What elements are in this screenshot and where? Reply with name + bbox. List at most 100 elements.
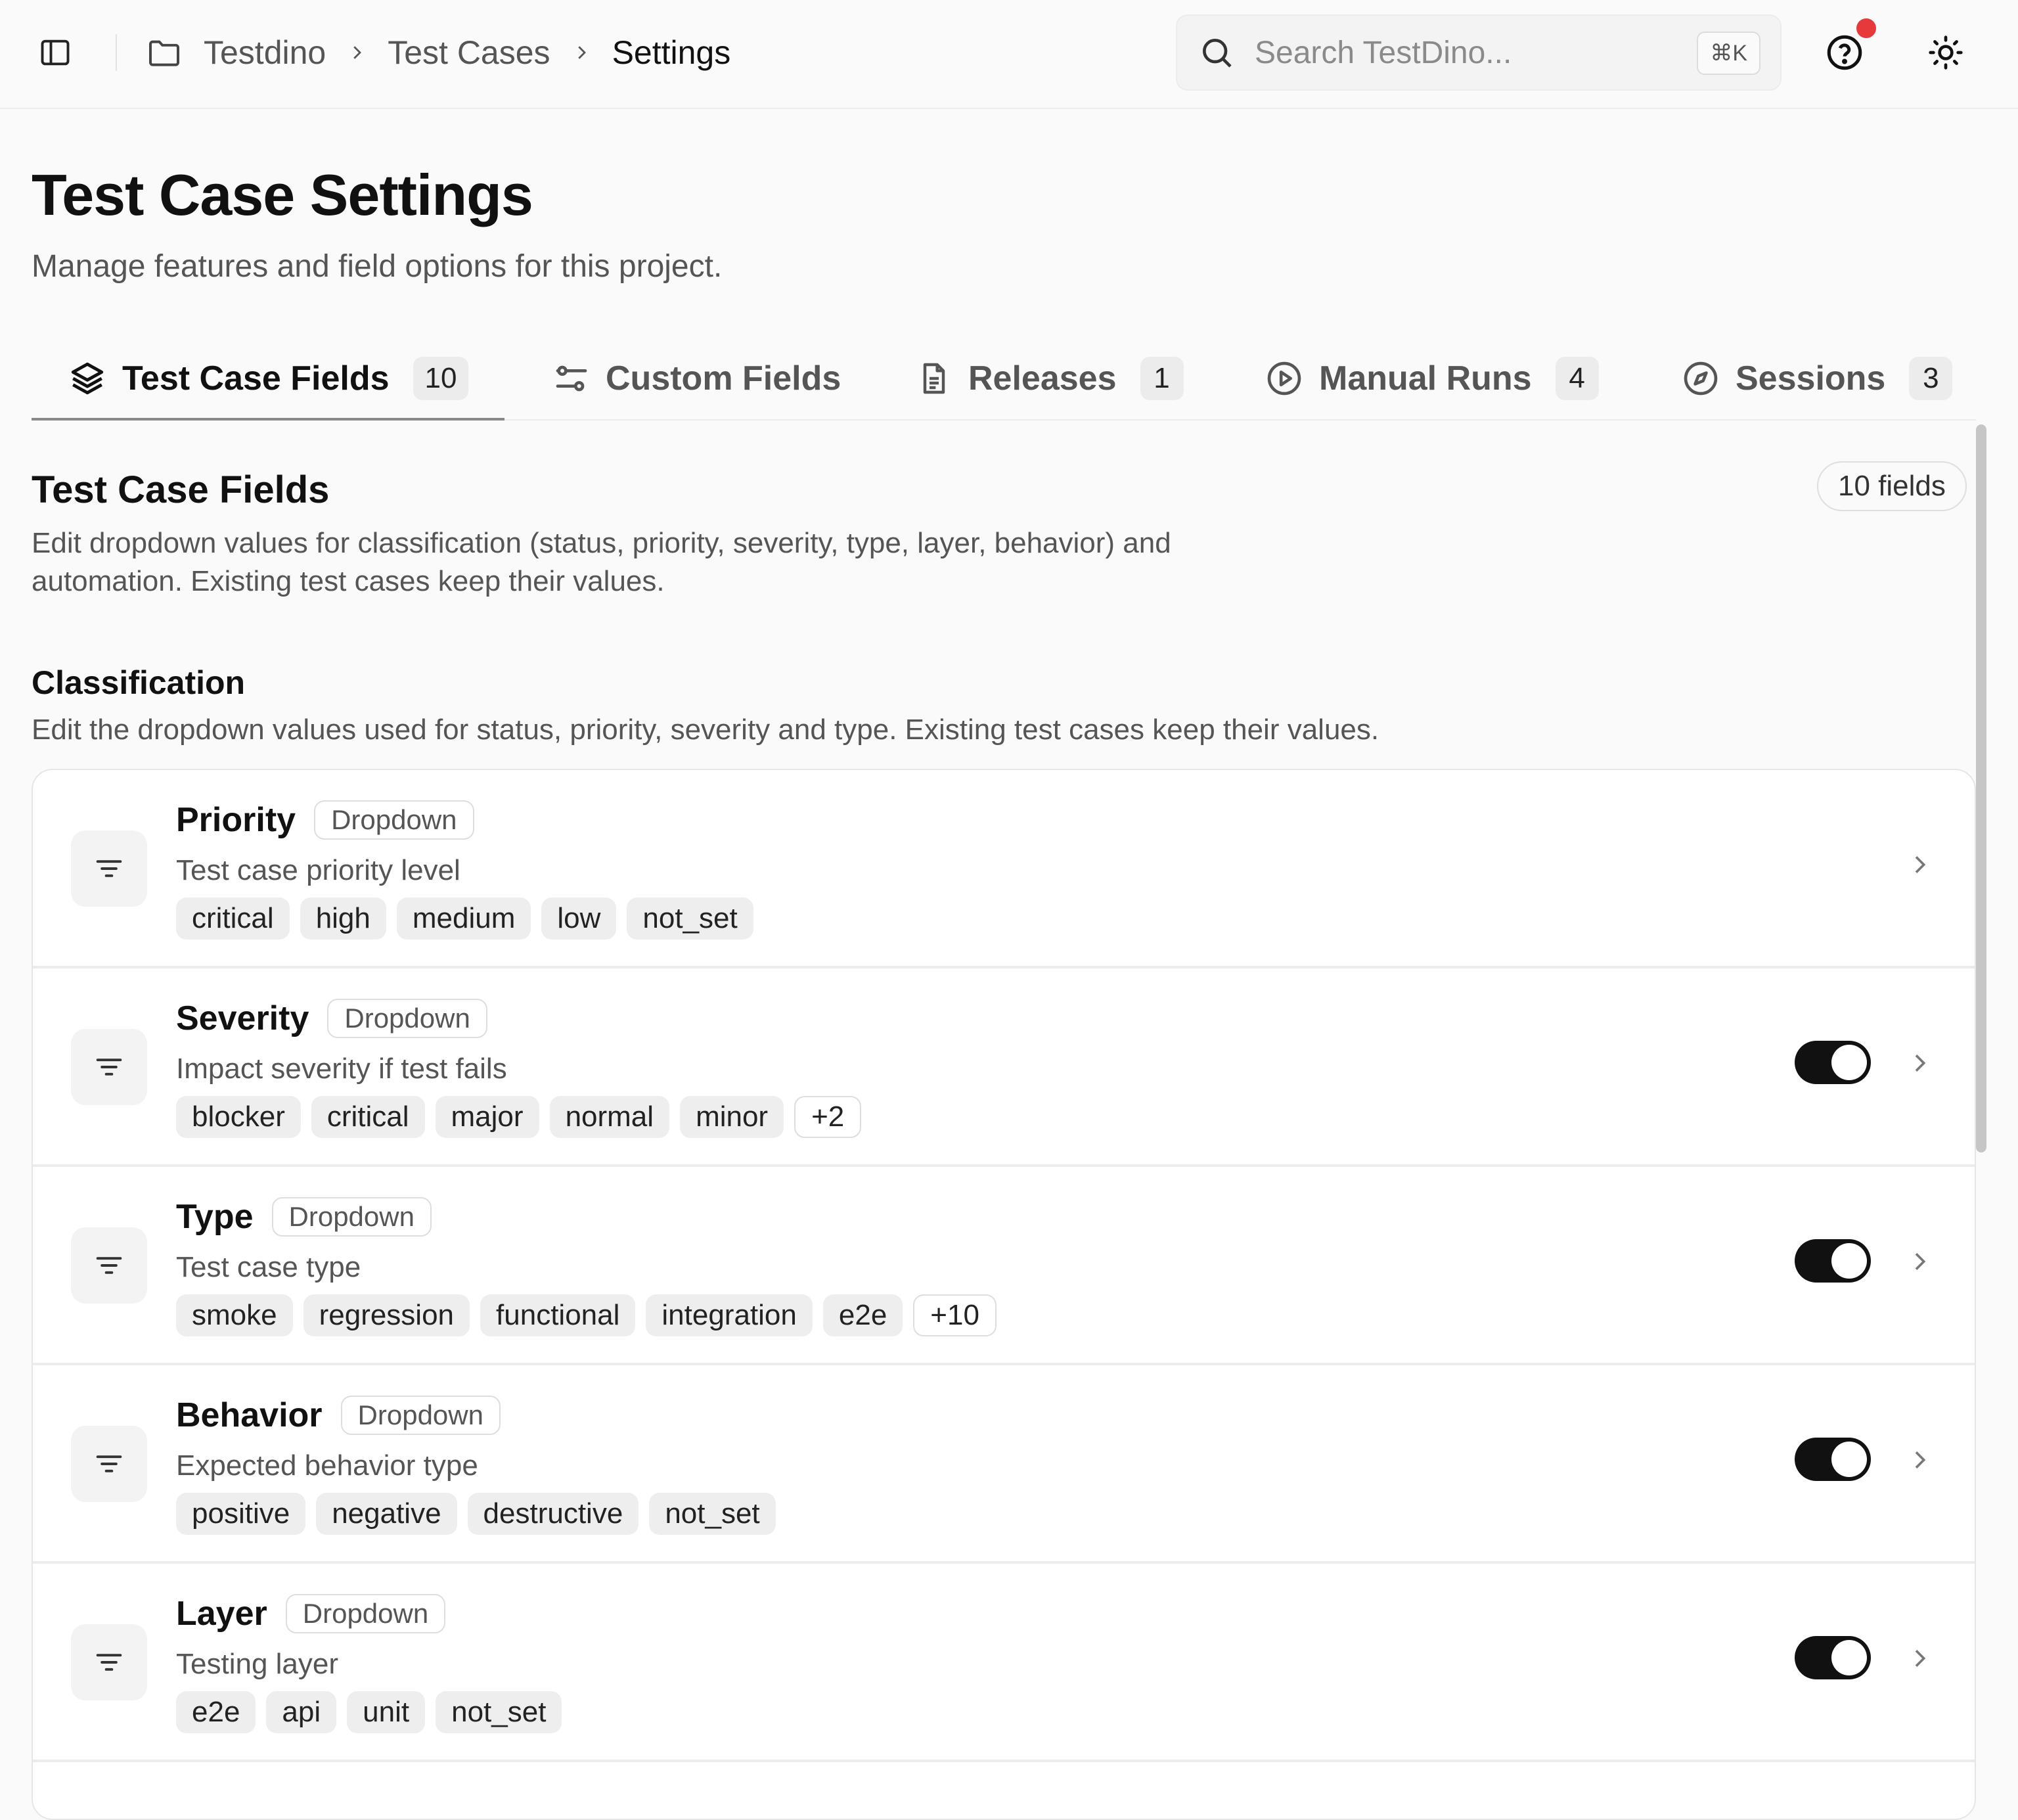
toggle-knob xyxy=(1831,1045,1867,1080)
tab-bar: Test Case Fields 10 Custom Fields Releas… xyxy=(32,336,1976,421)
page-title: Test Case Settings xyxy=(32,162,533,227)
chevron-right-icon xyxy=(347,43,367,62)
field-row-type[interactable]: Type Dropdown Test case type smoke regre… xyxy=(33,1167,1975,1365)
field-row-severity[interactable]: Severity Dropdown Impact severity if tes… xyxy=(33,968,1975,1167)
tab-count: 4 xyxy=(1555,357,1599,400)
more-values-chip[interactable]: +10 xyxy=(913,1294,997,1336)
value-chip: normal xyxy=(549,1096,670,1138)
field-enabled-toggle[interactable] xyxy=(1795,1438,1871,1481)
value-chip: not_set xyxy=(649,1493,776,1535)
value-chip: minor xyxy=(680,1096,784,1138)
active-tab-indicator xyxy=(32,418,504,421)
section-description-line: Edit dropdown values for classification … xyxy=(32,527,1171,559)
search-input[interactable]: Search TestDino... ⌘K xyxy=(1176,14,1782,91)
field-description: Impact severity if test fails xyxy=(176,1053,507,1085)
value-chip: not_set xyxy=(436,1691,562,1733)
filter-icon xyxy=(71,830,147,907)
value-chip: not_set xyxy=(627,898,753,940)
notification-dot xyxy=(1856,18,1876,38)
search-shortcut-kbd: ⌘K xyxy=(1697,32,1760,75)
tab-count: 3 xyxy=(1909,357,1953,400)
value-chips: positive negative destructive not_set xyxy=(176,1493,786,1535)
field-name: Layer xyxy=(176,1595,267,1633)
value-chips: critical high medium low not_set xyxy=(176,898,764,940)
tab-manual-runs[interactable]: Manual Runs 4 xyxy=(1265,336,1599,421)
field-row-behavior[interactable]: Behavior Dropdown Expected behavior type… xyxy=(33,1365,1975,1564)
field-row-priority[interactable]: Priority Dropdown Test case priority lev… xyxy=(33,770,1975,968)
tab-label: Test Case Fields xyxy=(122,359,390,398)
filter-icon xyxy=(71,1227,147,1304)
value-chip: e2e xyxy=(176,1691,256,1733)
field-name: Type xyxy=(176,1198,254,1236)
classification-title: Classification xyxy=(32,664,246,701)
field-name: Behavior xyxy=(176,1396,323,1434)
tab-label: Manual Runs xyxy=(1319,359,1532,398)
sliders-icon xyxy=(553,360,590,397)
filter-icon xyxy=(71,1624,147,1700)
chevron-right-icon[interactable] xyxy=(1906,852,1933,878)
value-chips: blocker critical major normal minor +2 xyxy=(176,1096,872,1138)
tab-label: Releases xyxy=(968,359,1117,398)
scrollbar-thumb[interactable] xyxy=(1976,424,1986,1152)
document-icon xyxy=(916,360,953,397)
field-enabled-toggle[interactable] xyxy=(1795,1636,1871,1679)
chevron-right-icon[interactable] xyxy=(1906,1248,1933,1275)
value-chip: blocker xyxy=(176,1096,301,1138)
fields-count-badge: 10 fields xyxy=(1817,461,1967,511)
value-chip: medium xyxy=(396,898,531,940)
tab-custom-fields[interactable]: Custom Fields xyxy=(553,336,841,421)
value-chip: integration xyxy=(646,1294,813,1336)
chevron-right-icon[interactable] xyxy=(1906,1050,1933,1076)
value-chip: smoke xyxy=(176,1294,293,1336)
filter-icon xyxy=(71,1426,147,1502)
tab-label: Sessions xyxy=(1736,359,1886,398)
top-bar: Testdino Test Cases Settings Search Test… xyxy=(0,0,2018,109)
section-title: Test Case Fields xyxy=(32,468,330,511)
breadcrumb-link-testdino[interactable]: Testdino xyxy=(204,34,326,72)
value-chip: negative xyxy=(316,1493,457,1535)
chevron-right-icon[interactable] xyxy=(1906,1447,1933,1473)
value-chip: functional xyxy=(480,1294,636,1336)
search-placeholder: Search TestDino... xyxy=(1255,35,1512,70)
more-values-chip[interactable]: +2 xyxy=(794,1096,862,1138)
tab-count: 10 xyxy=(413,357,469,400)
field-name: Severity xyxy=(176,999,309,1037)
value-chip: e2e xyxy=(822,1294,903,1336)
value-chip: major xyxy=(435,1096,539,1138)
value-chip: unit xyxy=(347,1691,426,1733)
field-enabled-toggle[interactable] xyxy=(1795,1041,1871,1084)
chevron-right-icon[interactable] xyxy=(1906,1645,1933,1672)
field-enabled-toggle[interactable] xyxy=(1795,1239,1871,1283)
field-row-layer[interactable]: Layer Dropdown Testing layer e2e api uni… xyxy=(33,1564,1975,1762)
tab-releases[interactable]: Releases 1 xyxy=(916,336,1184,421)
section-description: Edit dropdown values for classification … xyxy=(32,524,1280,601)
value-chip: positive xyxy=(176,1493,306,1535)
sun-icon[interactable] xyxy=(1921,28,1971,78)
tab-sessions[interactable]: Sessions 3 xyxy=(1682,336,1953,421)
breadcrumb-link-test-cases[interactable]: Test Cases xyxy=(388,34,550,72)
field-description: Expected behavior type xyxy=(176,1449,478,1482)
field-description: Test case priority level xyxy=(176,854,460,886)
toggle-knob xyxy=(1831,1442,1867,1477)
value-chip: destructive xyxy=(467,1493,639,1535)
toggle-knob xyxy=(1831,1640,1867,1675)
compass-icon xyxy=(1682,359,1720,398)
tab-label: Custom Fields xyxy=(606,359,841,398)
page-subtitle: Manage features and field options for th… xyxy=(32,249,723,284)
divider xyxy=(116,34,117,71)
field-type-badge: Dropdown xyxy=(285,1594,446,1633)
value-chip: low xyxy=(541,898,617,940)
breadcrumb-current-settings: Settings xyxy=(612,34,731,71)
value-chip: high xyxy=(300,898,386,940)
breadcrumb: Testdino Test Cases Settings xyxy=(146,28,730,78)
field-name: Priority xyxy=(176,801,296,839)
tab-test-case-fields[interactable]: Test Case Fields 10 xyxy=(68,336,469,421)
field-list: Priority Dropdown Test case priority lev… xyxy=(32,769,1976,1820)
value-chip: regression xyxy=(303,1294,470,1336)
value-chip: critical xyxy=(176,898,290,940)
field-type-badge: Dropdown xyxy=(314,800,474,840)
field-type-badge: Dropdown xyxy=(271,1197,432,1237)
toggle-knob xyxy=(1831,1243,1867,1279)
sidebar-toggle-icon[interactable] xyxy=(33,30,78,75)
play-circle-icon xyxy=(1265,359,1303,398)
